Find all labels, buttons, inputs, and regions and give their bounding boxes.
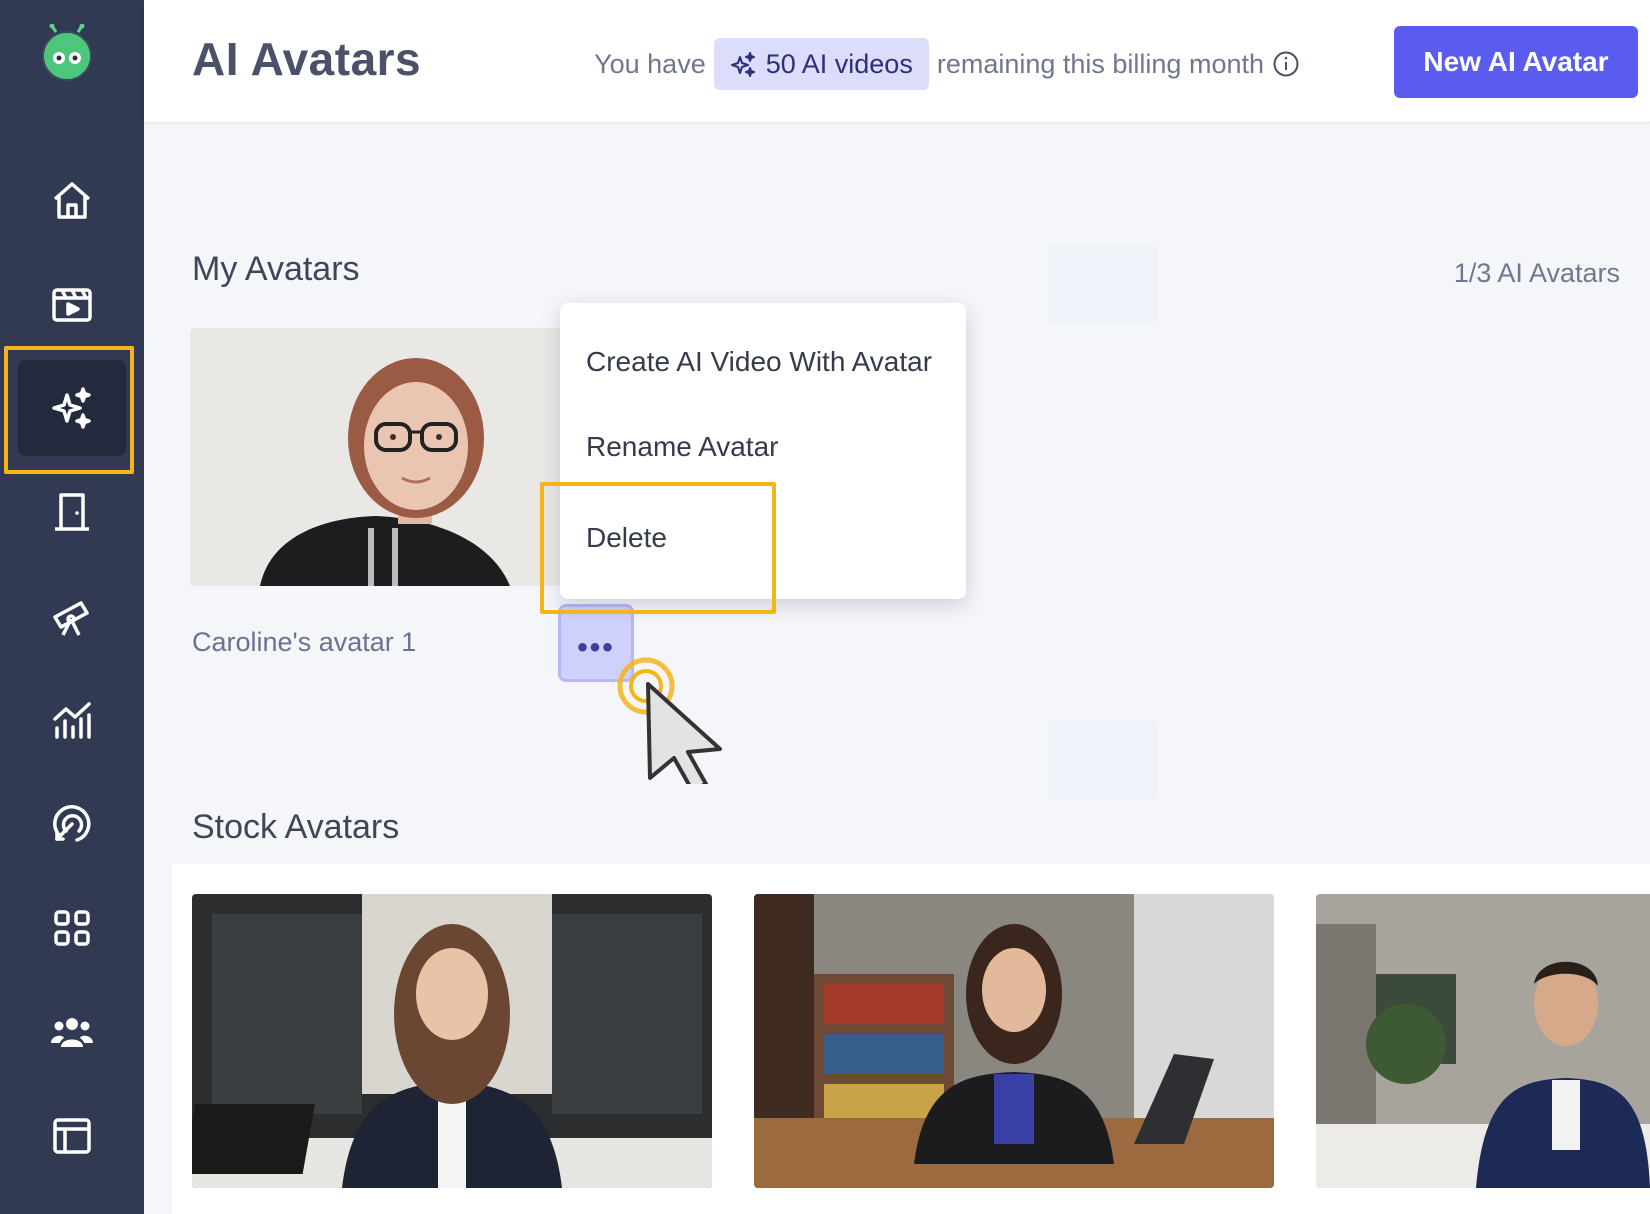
video-quota: You have 50 AI videos remaining this bil… — [594, 38, 1300, 90]
stock-avatar-card[interactable] — [192, 894, 712, 1188]
app-logo[interactable] — [38, 23, 96, 82]
apps-grid-icon — [54, 910, 90, 946]
telescope-icon — [53, 601, 89, 636]
placeholder-block — [1048, 720, 1158, 800]
placeholder-block — [1048, 244, 1158, 324]
nav-discover[interactable] — [18, 568, 126, 664]
analytics-chart-icon — [53, 702, 91, 739]
avatar-name[interactable]: Caroline's avatar 1 — [192, 627, 416, 658]
stock-avatar-card[interactable] — [754, 894, 1274, 1188]
sparkles-icon — [52, 387, 91, 429]
nav-integrations[interactable] — [18, 880, 126, 976]
quota-badge: 50 AI videos — [713, 38, 929, 90]
stock-avatars-heading: Stock Avatars — [192, 808, 400, 846]
menu-item-delete[interactable]: Delete — [586, 522, 667, 554]
avatar-more-options-button[interactable]: ••• — [558, 604, 634, 682]
quota-suffix: remaining this billing month — [936, 48, 1264, 79]
nav-campaigns[interactable] — [18, 776, 126, 872]
sidebar — [0, 0, 144, 1214]
page-title: AI Avatars — [192, 33, 422, 85]
avatar-counter: 1/3 AI Avatars — [1453, 258, 1620, 288]
team-icon — [51, 1018, 93, 1047]
new-ai-avatar-button[interactable]: New AI Avatar — [1394, 26, 1638, 98]
nav-rooms[interactable] — [18, 464, 126, 560]
menu-item-rename[interactable]: Rename Avatar — [586, 431, 779, 463]
stock-avatar-card[interactable] — [1316, 894, 1650, 1188]
avatar-context-menu: Create AI Video With Avatar Rename Avata… — [560, 303, 966, 599]
page-header: AI Avatars You have 50 AI videos remaini… — [144, 0, 1650, 123]
nav-analytics[interactable] — [18, 672, 126, 768]
video-clapper-icon — [52, 288, 92, 322]
quota-prefix: You have — [594, 48, 706, 79]
avatar-thumbnail[interactable] — [190, 328, 560, 586]
home-icon — [53, 182, 91, 219]
nav-templates[interactable] — [18, 1088, 126, 1184]
nav-team[interactable] — [18, 984, 126, 1080]
sparkles-icon — [730, 52, 755, 77]
nav-home[interactable] — [18, 152, 126, 248]
nav-videos[interactable] — [18, 256, 126, 352]
target-icon — [53, 805, 91, 842]
my-avatars-heading: My Avatars — [192, 250, 360, 288]
info-icon[interactable] — [1272, 50, 1300, 78]
layout-icon — [53, 1118, 91, 1154]
menu-item-create-video[interactable]: Create AI Video With Avatar — [586, 346, 932, 378]
nav-ai-avatars[interactable] — [18, 360, 126, 456]
door-icon — [55, 493, 89, 531]
quota-badge-label: 50 AI videos — [765, 48, 913, 79]
